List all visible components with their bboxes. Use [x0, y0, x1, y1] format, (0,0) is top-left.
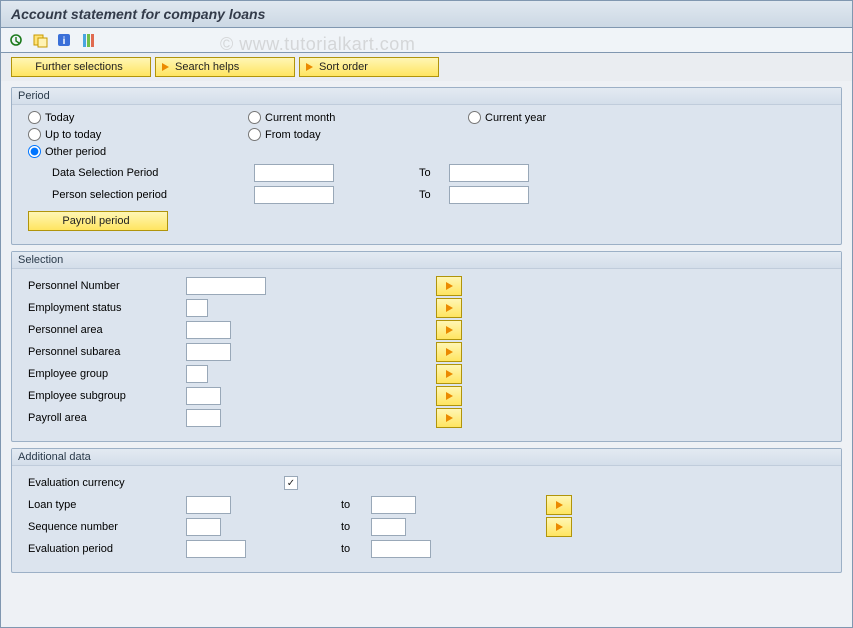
info-icon[interactable]: i: [55, 31, 73, 49]
emp-group-multi-button[interactable]: [436, 364, 462, 384]
arrow-right-icon: [446, 282, 453, 290]
radio-current-month[interactable]: Current month: [248, 111, 408, 124]
radio-up-to-today[interactable]: Up to today: [28, 128, 188, 141]
arrow-right-icon: [556, 523, 563, 531]
seq-number-to-input[interactable]: [371, 518, 406, 536]
radio-today-label: Today: [45, 112, 74, 124]
loan-type-label: Loan type: [24, 499, 186, 511]
seq-number-label: Sequence number: [24, 521, 186, 533]
pers-area-input[interactable]: [186, 321, 231, 339]
additional-data-group: Additional data Evaluation currency ✓ Lo…: [11, 448, 842, 573]
emp-group-label: Employee group: [24, 368, 186, 380]
data-selection-to-input[interactable]: [449, 164, 529, 182]
arrow-right-icon: [446, 348, 453, 356]
payroll-area-input[interactable]: [186, 409, 221, 427]
svg-text:i: i: [62, 36, 65, 47]
selection-button-bar: Further selections Search helps Sort ord…: [1, 53, 852, 81]
to-label: to: [341, 499, 371, 511]
arrow-right-icon: [306, 63, 313, 71]
period-group: Period Today Current month Current year …: [11, 87, 842, 245]
pers-subarea-multi-button[interactable]: [436, 342, 462, 362]
radio-today[interactable]: Today: [28, 111, 188, 124]
pers-area-label: Personnel area: [24, 324, 186, 336]
loan-type-from-input[interactable]: [186, 496, 231, 514]
sort-order-label: Sort order: [319, 61, 368, 73]
arrow-right-icon: [446, 326, 453, 334]
icon-toolbar: i: [1, 28, 852, 53]
radio-current-month-label: Current month: [265, 112, 335, 124]
person-selection-period-label: Person selection period: [24, 189, 254, 201]
period-title: Period: [12, 88, 841, 105]
to-label: to: [341, 543, 371, 555]
person-selection-from-input[interactable]: [254, 186, 334, 204]
selection-group: Selection Personnel Number Employment st…: [11, 251, 842, 442]
tasks-icon[interactable]: [79, 31, 97, 49]
selection-title: Selection: [12, 252, 841, 269]
pernr-input[interactable]: [186, 277, 266, 295]
search-helps-button[interactable]: Search helps: [155, 57, 295, 77]
eval-period-to-input[interactable]: [371, 540, 431, 558]
to-label: to: [341, 521, 371, 533]
arrow-right-icon: [446, 304, 453, 312]
arrow-right-icon: [556, 501, 563, 509]
payroll-period-button[interactable]: Payroll period: [28, 211, 168, 231]
pers-subarea-input[interactable]: [186, 343, 231, 361]
seq-number-from-input[interactable]: [186, 518, 221, 536]
radio-current-year[interactable]: Current year: [468, 111, 628, 124]
sort-order-button[interactable]: Sort order: [299, 57, 439, 77]
radio-up-to-today-label: Up to today: [45, 129, 101, 141]
radio-other-period[interactable]: Other period: [28, 145, 188, 158]
payroll-area-multi-button[interactable]: [436, 408, 462, 428]
payroll-area-label: Payroll area: [24, 412, 186, 424]
eval-currency-checkbox[interactable]: ✓: [284, 476, 298, 490]
further-selections-button[interactable]: Further selections: [11, 57, 151, 77]
emp-group-input[interactable]: [186, 365, 208, 383]
eval-period-label: Evaluation period: [24, 543, 186, 555]
to-label: To: [419, 189, 449, 201]
variant-icon[interactable]: [31, 31, 49, 49]
emp-status-input[interactable]: [186, 299, 208, 317]
pernr-multi-button[interactable]: [436, 276, 462, 296]
pernr-label: Personnel Number: [24, 280, 186, 292]
radio-from-today[interactable]: From today: [248, 128, 408, 141]
loan-type-multi-button[interactable]: [546, 495, 572, 515]
emp-subgroup-input[interactable]: [186, 387, 221, 405]
to-label: To: [419, 167, 449, 179]
radio-other-period-label: Other period: [45, 146, 106, 158]
pers-area-multi-button[interactable]: [436, 320, 462, 340]
additional-title: Additional data: [12, 449, 841, 466]
pers-subarea-label: Personnel subarea: [24, 346, 186, 358]
person-selection-to-input[interactable]: [449, 186, 529, 204]
emp-subgroup-label: Employee subgroup: [24, 390, 186, 402]
arrow-right-icon: [162, 63, 169, 71]
data-selection-from-input[interactable]: [254, 164, 334, 182]
execute-icon[interactable]: [7, 31, 25, 49]
page-title: Account statement for company loans: [1, 1, 852, 28]
eval-period-from-input[interactable]: [186, 540, 246, 558]
radio-current-year-label: Current year: [485, 112, 546, 124]
radio-from-today-label: From today: [265, 129, 321, 141]
arrow-right-icon: [446, 414, 453, 422]
data-selection-period-label: Data Selection Period: [24, 167, 254, 179]
emp-status-label: Employment status: [24, 302, 186, 314]
emp-subgroup-multi-button[interactable]: [436, 386, 462, 406]
arrow-right-icon: [446, 370, 453, 378]
eval-currency-label: Evaluation currency: [24, 477, 284, 489]
arrow-right-icon: [446, 392, 453, 400]
emp-status-multi-button[interactable]: [436, 298, 462, 318]
seq-number-multi-button[interactable]: [546, 517, 572, 537]
search-helps-label: Search helps: [175, 61, 239, 73]
loan-type-to-input[interactable]: [371, 496, 416, 514]
